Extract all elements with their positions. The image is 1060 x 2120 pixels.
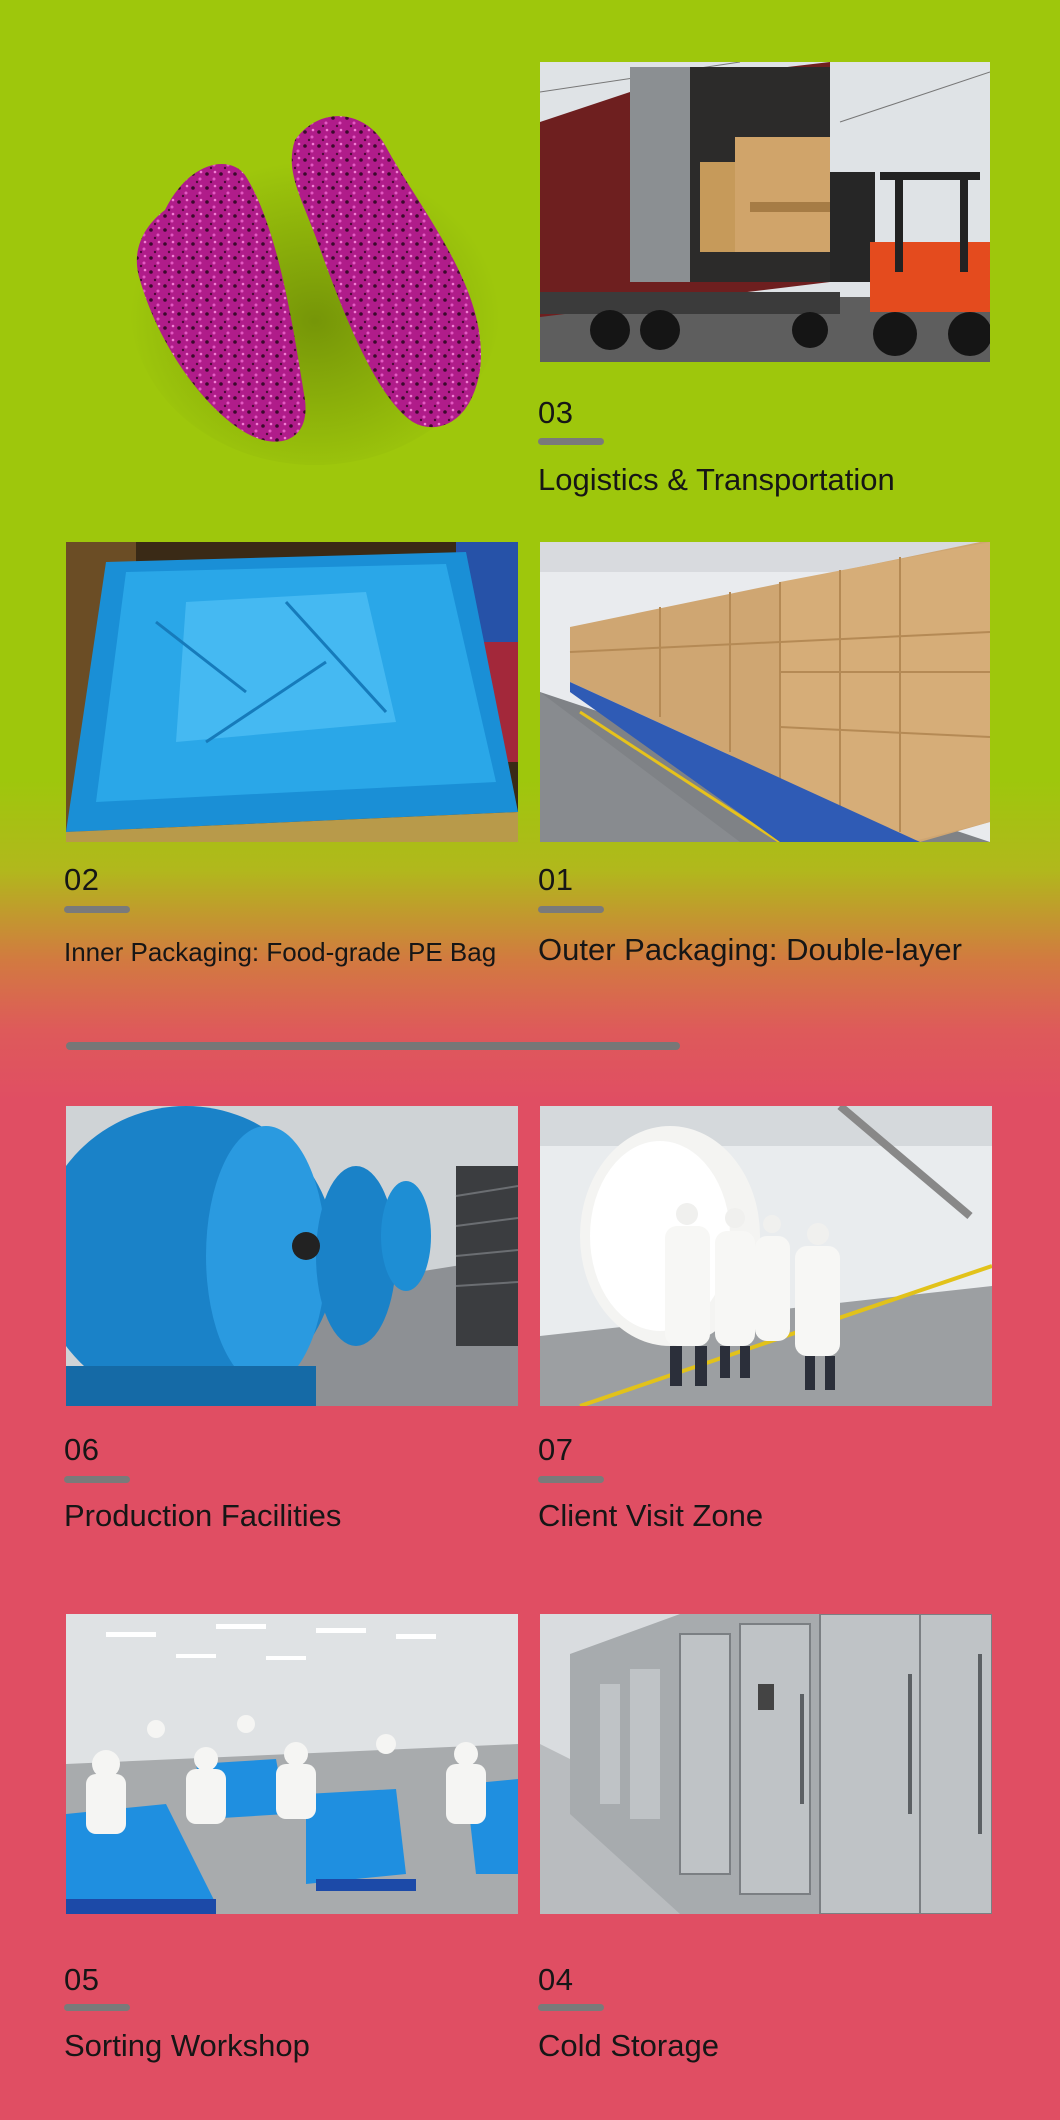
section-title: Client Visit Zone <box>538 1498 764 1533</box>
section-title: Logistics & Transportation <box>538 462 895 497</box>
section-number: 01 <box>538 862 574 897</box>
section-title: Outer Packaging: Double-layer <box>538 932 962 967</box>
section-divider <box>66 1042 680 1050</box>
carton-stack-photo <box>540 542 990 842</box>
freeze-dryer-tanks-photo <box>66 1106 518 1406</box>
section-number: 05 <box>64 1962 100 1997</box>
section-accent-rule <box>64 906 130 913</box>
truck-loading-photo <box>540 62 990 362</box>
blue-pe-bag-photo <box>66 542 518 842</box>
section-accent-rule <box>538 2004 604 2011</box>
dragon-fruit-hero-image <box>120 100 500 480</box>
section-number: 07 <box>538 1432 574 1467</box>
section-number: 02 <box>64 862 100 897</box>
section-number: 04 <box>538 1962 574 1997</box>
section-number: 03 <box>538 395 574 430</box>
section-title: Sorting Workshop <box>64 2028 310 2063</box>
section-title: Production Facilities <box>64 1498 342 1533</box>
section-title: Inner Packaging: Food-grade PE Bag <box>64 937 497 967</box>
section-accent-rule <box>538 1476 604 1483</box>
sorting-workshop-photo <box>66 1614 518 1914</box>
section-accent-rule <box>64 1476 130 1483</box>
section-title: Cold Storage <box>538 2028 719 2063</box>
client-visit-photo <box>540 1106 992 1406</box>
section-accent-rule <box>538 438 604 445</box>
section-number: 06 <box>64 1432 100 1467</box>
section-accent-rule <box>64 2004 130 2011</box>
cold-storage-photo <box>540 1614 992 1914</box>
section-accent-rule <box>538 906 604 913</box>
